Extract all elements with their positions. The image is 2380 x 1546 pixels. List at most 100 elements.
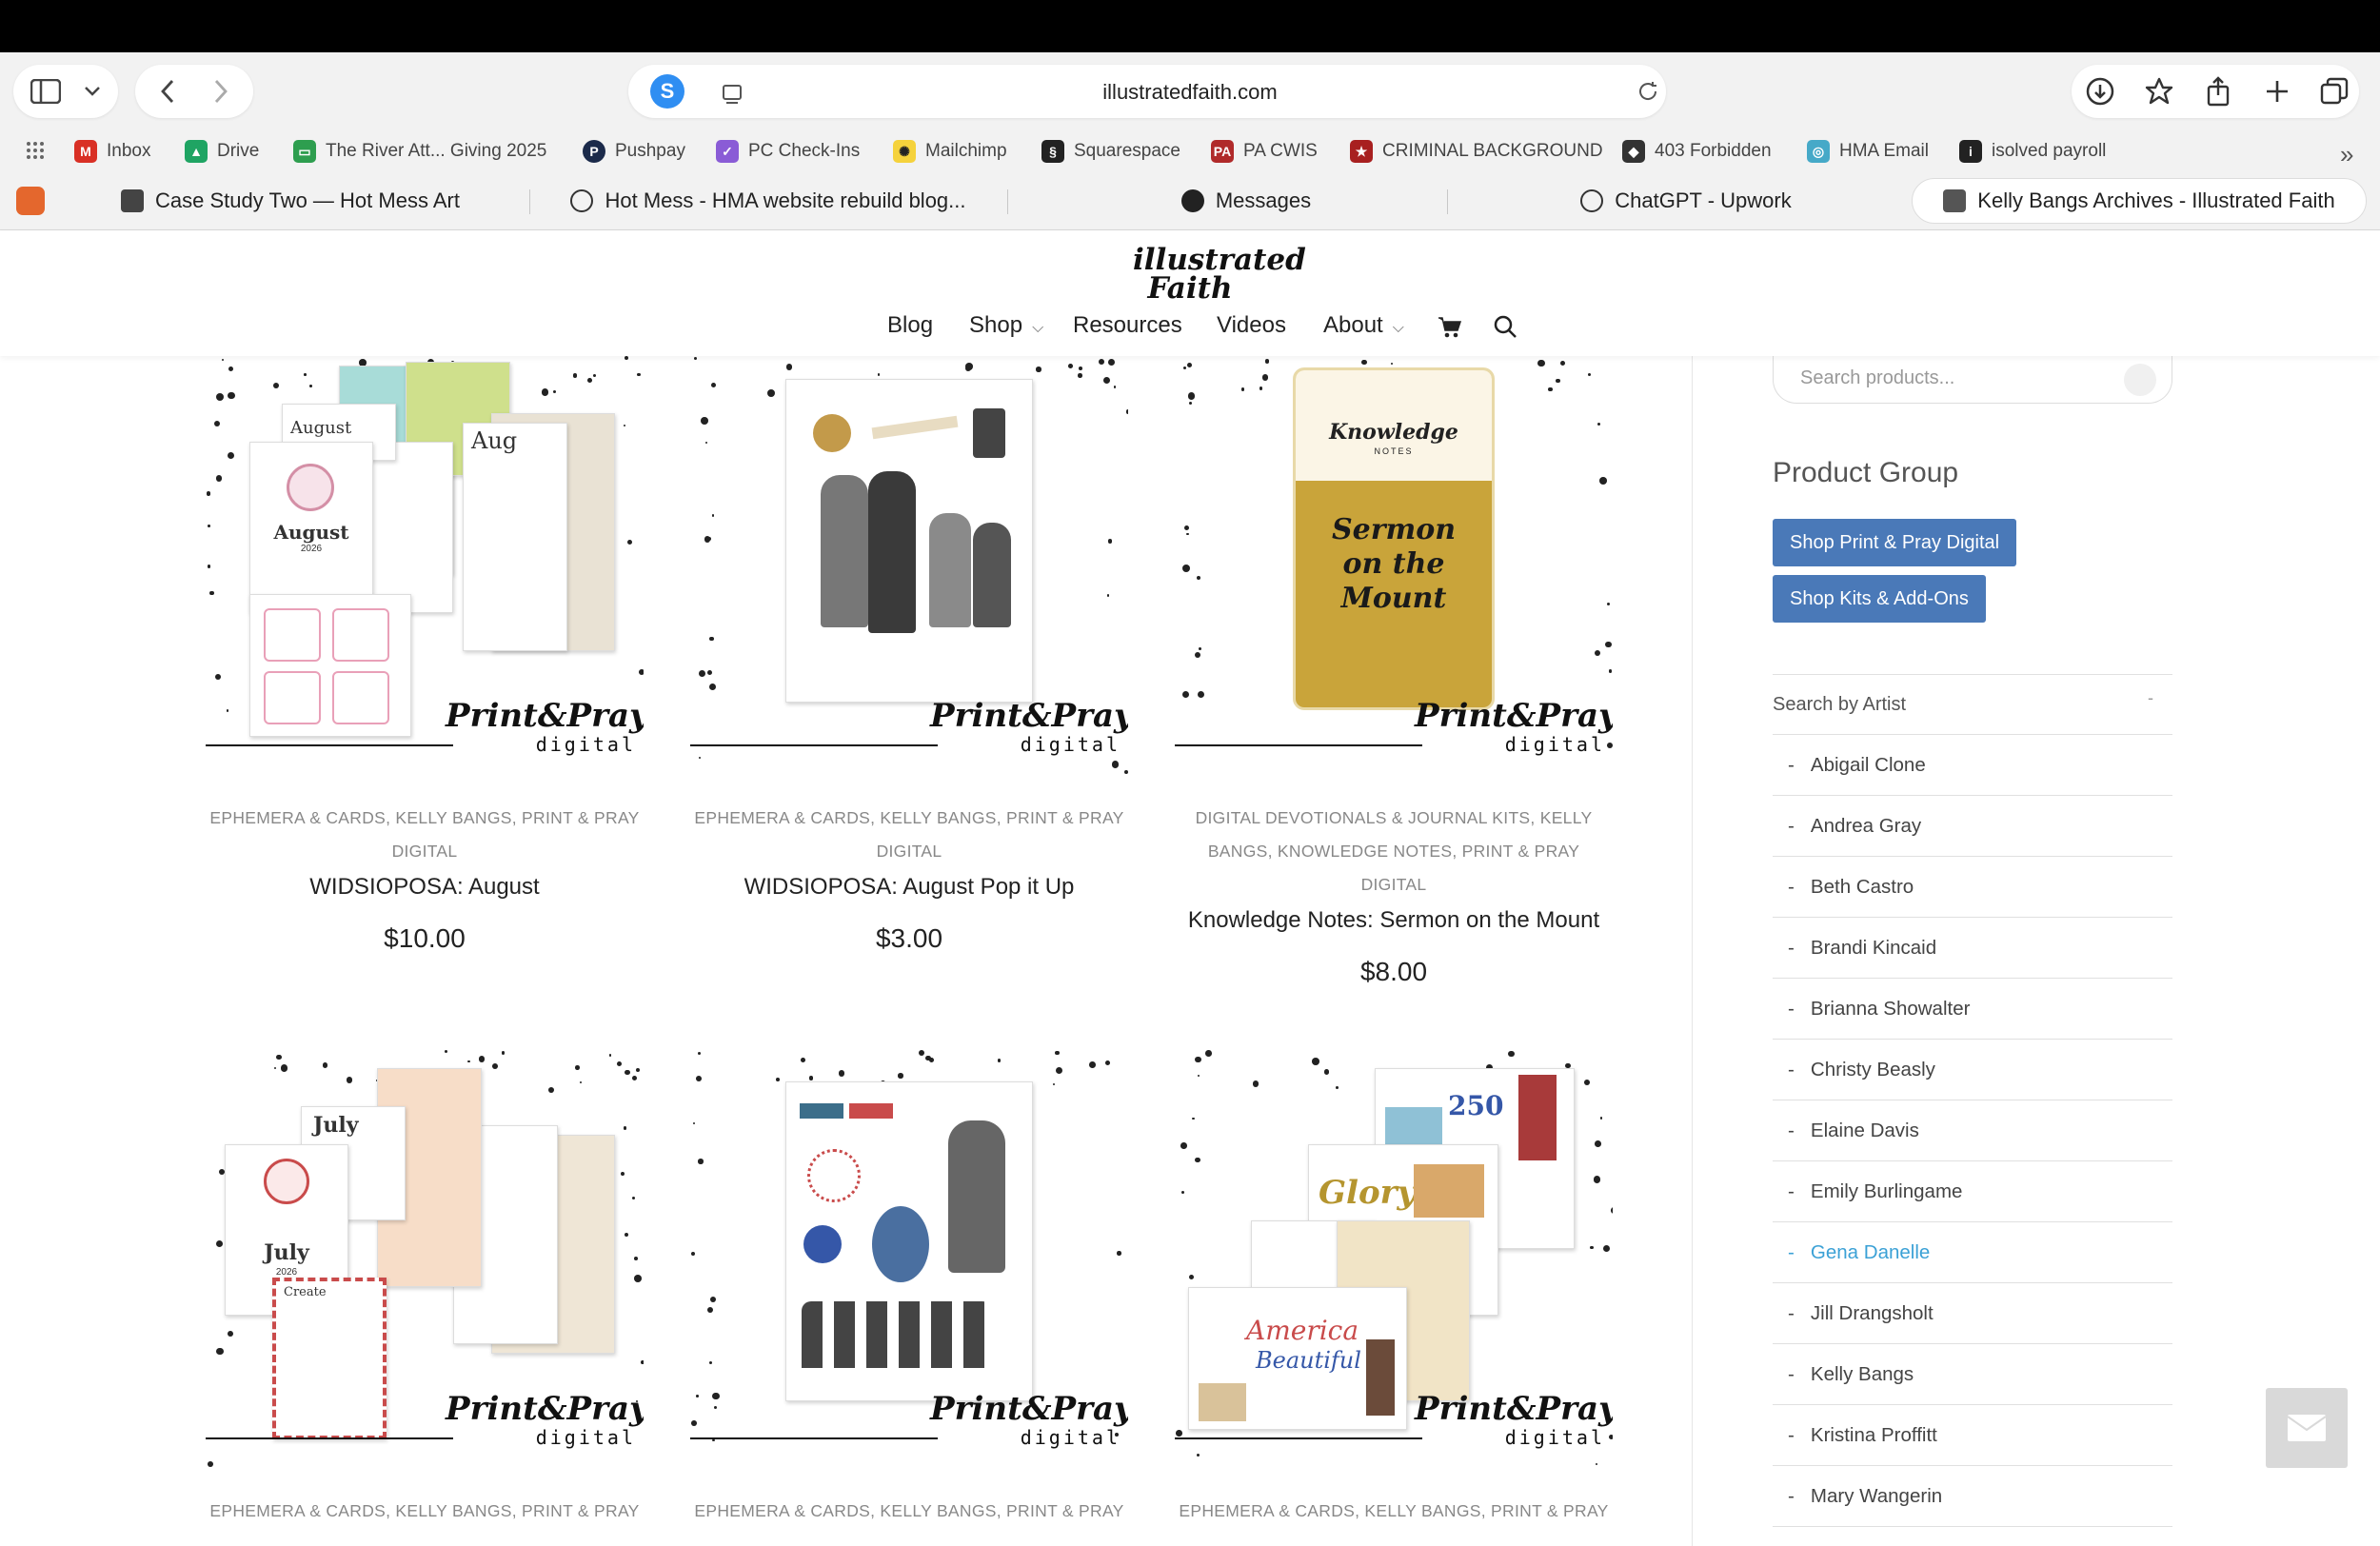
tab-overview-icon[interactable] [2315,69,2353,114]
shop-kits-addons-button[interactable]: Shop Kits & Add-Ons [1773,575,1986,623]
bookmark-pc-checkins[interactable]: ✓ PC Check-Ins [716,140,860,163]
artist-link[interactable]: - Beth Castro [1773,857,2172,918]
chevron-down-icon[interactable] [78,69,107,114]
ink-speckle [1595,1140,1601,1147]
ink-speckle [1608,1434,1613,1439]
openai-icon [570,189,594,212]
product-card[interactable]: July July 2026 Create Print&Pray digital … [206,1049,644,1528]
nav-about[interactable]: About ⌵ [1323,312,1404,339]
ink-speckle [1261,374,1269,381]
search-icon[interactable] [1493,314,1517,346]
ink-speckle [467,1060,470,1063]
reload-icon[interactable] [1632,69,1664,114]
tab-chatgpt[interactable]: ChatGPT - Upwork [1453,178,1919,224]
artist-link[interactable]: - Mary Wangerin [1773,1466,2172,1527]
product-thumbnail[interactable]: Print&Pray digital [690,356,1128,784]
product-card[interactable]: Aug August August 2026 Print&Pray digital… [206,356,644,954]
artist-link[interactable]: - Kelly Bangs [1773,1344,2172,1405]
site-logo[interactable]: illustrated Faith [1133,246,1306,308]
tab-group-icon[interactable] [13,178,48,224]
contact-envelope-button[interactable] [2266,1388,2348,1468]
product-title[interactable]: WIDSIOPOSA: August [206,874,644,901]
product-card[interactable]: Print&Pray digital EPHEMERA & CARDS, KELL… [690,1049,1128,1528]
product-card[interactable]: Knowledge NOTES Sermon on the Mount Prin… [1175,356,1613,987]
artist-link-active[interactable]: - Gena Danelle [1773,1222,2172,1283]
bookmark-squarespace[interactable]: § Squarespace [1041,140,1180,163]
product-thumbnail[interactable]: July July 2026 Create Print&Pray digital [206,1049,644,1477]
artist-link[interactable]: - Jill Drangsholt [1773,1283,2172,1344]
nav-videos[interactable]: Videos [1217,312,1286,339]
product-thumbnail[interactable]: 250 Glory America Beautiful Print&Pray di… [1175,1049,1613,1477]
artist-filter-heading[interactable]: Search by Artist - [1773,674,2172,735]
apps-grid-icon[interactable] [25,140,46,161]
download-icon[interactable] [2081,69,2119,114]
ink-speckle [228,391,235,400]
tab-separator [1007,189,1008,214]
search-icon[interactable] [2124,364,2156,396]
new-tab-icon[interactable] [2258,69,2296,114]
bookmark-isolved[interactable]: i isolved payroll [1959,140,2106,163]
artist-link[interactable]: - Brianna Showalter [1773,979,2172,1040]
product-title[interactable]: WIDSIOPOSA: August Pop it Up [690,874,1128,901]
nav-blog[interactable]: Blog [887,312,933,339]
more-bookmarks-icon[interactable]: » [2340,140,2353,169]
tab-hot-mess[interactable]: Hot Mess - HMA website rebuild blog... [535,178,1002,224]
cart-icon[interactable] [1438,316,1462,346]
bookmark-criminal-background[interactable]: ★ CRIMINAL BACKGROUND [1350,140,1603,163]
bookmark-pushpay[interactable]: P Pushpay [583,140,685,163]
ink-speckle [1103,377,1111,385]
giving-icon: ▭ [293,140,316,163]
artist-link[interactable]: - Emily Burlingame [1773,1161,2172,1222]
nav-resources[interactable]: Resources [1073,312,1182,339]
nav-shop[interactable]: Shop ⌵ [969,312,1043,339]
sidebar-icon[interactable] [27,69,65,114]
bookmark-inbox[interactable]: M Inbox [74,140,150,163]
ink-speckle [692,1121,696,1124]
hma-icon: ◎ [1807,140,1830,163]
artist-link[interactable]: - Andrea Gray [1773,796,2172,857]
url-text[interactable]: illustratedfaith.com [724,73,1656,111]
tab-messages[interactable]: Messages [1013,178,1479,224]
ink-speckle [624,425,625,427]
star-icon[interactable] [2140,69,2178,114]
ink-speckle [1597,422,1601,426]
shop-print-pray-digital-button[interactable]: Shop Print & Pray Digital [1773,519,2017,566]
back-icon[interactable] [149,69,187,114]
artist-link[interactable]: - Abigail Clone [1773,735,2172,796]
product-price: $10.00 [384,923,466,953]
extension-s-icon[interactable]: S [650,74,684,109]
ink-speckle [1187,362,1193,367]
ink-speckle [1180,1190,1185,1195]
ink-speckle [918,1049,925,1056]
ink-speckle [1104,1060,1110,1066]
artist-link[interactable]: - Brandi Kincaid [1773,918,2172,979]
ink-speckle [1055,1050,1061,1056]
product-title[interactable]: Knowledge Notes: Sermon on the Mount [1175,907,1613,934]
ink-speckle [207,565,211,568]
ink-speckle [1602,1244,1611,1253]
product-thumbnail[interactable]: Knowledge NOTES Sermon on the Mount Prin… [1175,356,1613,784]
ink-speckle [1197,1074,1200,1078]
share-icon[interactable] [2199,69,2237,114]
bookmark-hma-email[interactable]: ◎ HMA Email [1807,140,1929,163]
tab-case-study[interactable]: Case Study Two — Hot Mess Art [57,178,524,224]
forward-icon[interactable] [202,69,240,114]
product-thumbnail[interactable]: Print&Pray digital [690,1049,1128,1477]
product-thumbnail[interactable]: Aug August August 2026 Print&Pray digital [206,356,644,784]
artist-link[interactable]: - Elaine Davis [1773,1100,2172,1161]
artist-link[interactable]: - Kristina Proffitt [1773,1405,2172,1466]
bookmark-giving[interactable]: ▭ The River Att... Giving 2025 [293,140,546,163]
bookmark-mailchimp[interactable]: ✺ Mailchimp [893,140,1007,163]
bookmark-pa-cwis[interactable]: PA PA CWIS [1211,140,1318,163]
artist-link[interactable]: - Christy Beasly [1773,1040,2172,1100]
product-search-input[interactable]: Search products... [1773,356,2172,404]
bookmark-drive[interactable]: ▲ Drive [185,140,259,163]
bookmark-403-forbidden[interactable]: ◆ 403 Forbidden [1622,140,1772,163]
print-and-pray-logo: Print&Pray digital [930,1390,1128,1449]
collapse-icon[interactable]: - [2148,688,2153,708]
product-card[interactable]: 250 Glory America Beautiful Print&Pray di… [1175,1049,1613,1528]
product-card[interactable]: Print&Pray digital EPHEMERA & CARDS, KELL… [690,356,1128,954]
ink-speckle [706,670,712,676]
tab-kelly-bangs[interactable]: Kelly Bangs Archives - Illustrated Faith [1912,178,2367,224]
ink-speckle [478,1056,485,1062]
